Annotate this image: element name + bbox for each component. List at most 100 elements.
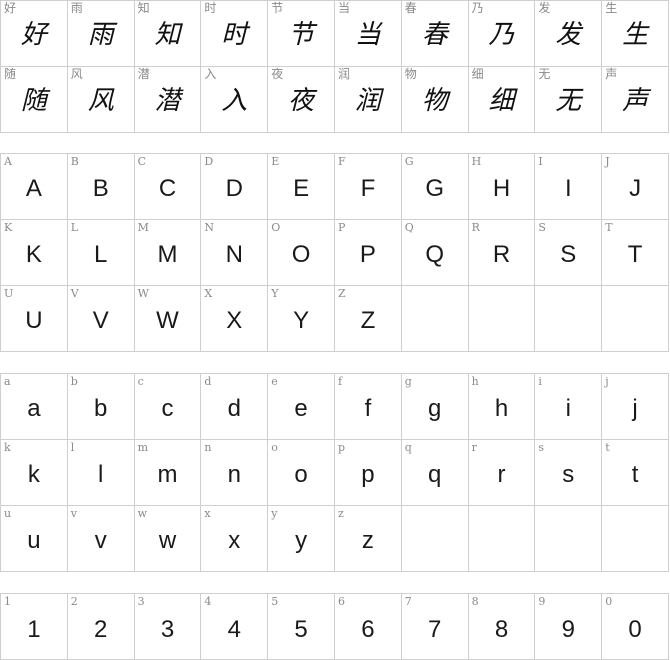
uppercase-letter-reference-label: Z xyxy=(338,287,346,300)
uppercase-letter-reference-label: D xyxy=(204,155,214,168)
digit-cell: 55 xyxy=(268,594,335,660)
chinese-character-cell: 润润 xyxy=(335,67,402,133)
uppercase-letter-reference-label: T xyxy=(605,221,613,234)
chinese-character-glyph-sample: 潜 xyxy=(154,86,181,116)
lowercase-letter-glyph-sample: e xyxy=(294,395,308,422)
uppercase-letter-glyph-sample: H xyxy=(492,175,511,202)
chinese-character-glyph-sample: 乃 xyxy=(488,20,515,50)
lowercase-letter-cell: pp xyxy=(335,440,402,506)
digit-cell: 77 xyxy=(401,594,469,660)
digit-glyph-sample: 3 xyxy=(160,616,175,643)
lowercase-letter-reference-label: c xyxy=(137,375,144,388)
lowercase-letter-reference-label: i xyxy=(538,375,542,388)
chinese-character-reference-label: 声 xyxy=(605,67,618,81)
uppercase-letter-cell: BB xyxy=(67,154,135,220)
chinese-character-reference-label: 当 xyxy=(338,1,351,15)
uppercase-letter-reference-label: E xyxy=(271,155,280,168)
lowercase-letter-cell: ff xyxy=(335,374,402,440)
digit-grid: 11223344556677889900 xyxy=(0,593,669,660)
lowercase-letter-cell: gg xyxy=(401,374,469,440)
uppercase-letter-glyph-sample: Q xyxy=(425,241,445,268)
lowercase-letter-reference-label: j xyxy=(605,375,609,388)
lowercase-letter-reference-label: q xyxy=(404,441,412,454)
lowercase-letter-glyph-sample: i xyxy=(565,395,571,422)
chinese-character-reference-label: 潜 xyxy=(137,67,150,81)
chinese-character-glyph-sample: 节 xyxy=(288,20,315,50)
lowercase-letter-cell: aa xyxy=(1,374,68,440)
lowercase-letter-cell: cc xyxy=(134,374,202,440)
uppercase-letter-glyph-sample: K xyxy=(25,241,42,268)
chinese-character-reference-label: 无 xyxy=(538,67,551,81)
uppercase-letter-cell: YY xyxy=(268,286,335,352)
uppercase-letter-glyph-sample: G xyxy=(425,175,445,202)
lowercase-letter-glyph-sample: t xyxy=(631,461,639,488)
lowercase-letter-reference-label: f xyxy=(338,375,343,388)
uppercase-letter-reference-label: A xyxy=(4,155,12,168)
digit-reference-label: 6 xyxy=(338,595,345,608)
uppercase-letter-cell: LL xyxy=(67,220,135,286)
digit-glyph-sample: 7 xyxy=(428,616,442,643)
lowercase-letter-glyph-sample: c xyxy=(161,395,174,422)
lowercase-letter-glyph-sample: k xyxy=(27,461,40,488)
uppercase-letter-reference-label: U xyxy=(4,287,14,300)
digit-cell: 66 xyxy=(335,594,402,660)
chinese-character-cell: 无无 xyxy=(535,67,603,133)
uppercase-letter-cell: OO xyxy=(268,220,335,286)
lowercase-letter-glyph-sample: y xyxy=(295,527,308,554)
lowercase-letter-reference-label: l xyxy=(70,441,75,454)
chinese-character-cell: 物物 xyxy=(401,67,469,133)
lowercase-letter-reference-label: x xyxy=(204,507,211,520)
uppercase-letter-glyph-sample: J xyxy=(629,175,642,202)
uppercase-letter-glyph-sample: C xyxy=(158,175,177,202)
chinese-character-cell: 风风 xyxy=(67,67,135,133)
uppercase-letter-cell: AA xyxy=(1,154,68,220)
digit-reference-label: 1 xyxy=(4,595,11,608)
chinese-character-reference-label: 乃 xyxy=(471,1,484,15)
chinese-character-cell: 节节 xyxy=(268,1,335,67)
chinese-character-glyph-sample: 入 xyxy=(221,86,248,116)
uppercase-letter-cell: XX xyxy=(201,286,269,352)
lowercase-letter-cell: ii xyxy=(535,374,603,440)
uppercase-letter-cell: QQ xyxy=(401,220,469,286)
uppercase-letter-reference-label: R xyxy=(471,221,480,234)
chinese-character-glyph-sample: 知 xyxy=(154,20,181,50)
digit-reference-label: 7 xyxy=(404,595,412,608)
chinese-character-glyph-sample: 时 xyxy=(221,20,248,50)
chinese-character-cell: 雨雨 xyxy=(67,1,135,67)
lowercase-letter-cell xyxy=(602,506,669,572)
chinese-character-reference-label: 好 xyxy=(4,1,17,15)
chinese-character-cell: 时时 xyxy=(201,1,269,67)
lowercase-letter-reference-label: e xyxy=(271,375,278,388)
digit-glyph-sample: 8 xyxy=(494,616,509,643)
lowercase-letter-cell: ll xyxy=(67,440,135,506)
digit-reference-label: 5 xyxy=(271,595,279,608)
lowercase-letter-reference-label: z xyxy=(338,507,344,520)
uppercase-letter-glyph-sample: B xyxy=(92,175,109,202)
chinese-character-reference-label: 入 xyxy=(204,67,217,81)
lowercase-letter-glyph-sample: w xyxy=(158,527,177,554)
uppercase-letter-reference-label: Q xyxy=(404,221,414,234)
lowercase-letter-cell: zz xyxy=(335,506,402,572)
uppercase-letter-glyph-sample: R xyxy=(492,241,511,268)
chinese-character-cell: 夜夜 xyxy=(268,67,335,133)
chinese-character-cell: 随随 xyxy=(1,67,68,133)
chinese-character-cell: 细细 xyxy=(468,67,536,133)
digit-reference-label: 2 xyxy=(70,595,78,608)
uppercase-letter-glyph-sample: I xyxy=(564,175,572,202)
lowercase-letter-cell: oo xyxy=(268,440,335,506)
chinese-character-reference-label: 润 xyxy=(338,67,351,81)
chinese-character-cell: 当当 xyxy=(335,1,402,67)
digit-cell: 88 xyxy=(468,594,536,660)
uppercase-letter-cell xyxy=(401,286,469,352)
lowercase-letter-cell: ee xyxy=(268,374,335,440)
lowercase-letter-reference-label: m xyxy=(137,441,149,454)
uppercase-letter-cell: UU xyxy=(1,286,68,352)
uppercase-letter-cell: PP xyxy=(335,220,402,286)
uppercase-letter-reference-label: G xyxy=(404,155,414,168)
uppercase-letter-glyph-sample: W xyxy=(156,307,179,334)
digit-glyph-sample: 6 xyxy=(361,616,375,643)
uppercase-letter-cell xyxy=(602,286,669,352)
lowercase-letter-reference-label: n xyxy=(204,441,212,454)
digit-cell: 22 xyxy=(67,594,135,660)
lowercase-letter-glyph-sample: p xyxy=(361,461,375,488)
